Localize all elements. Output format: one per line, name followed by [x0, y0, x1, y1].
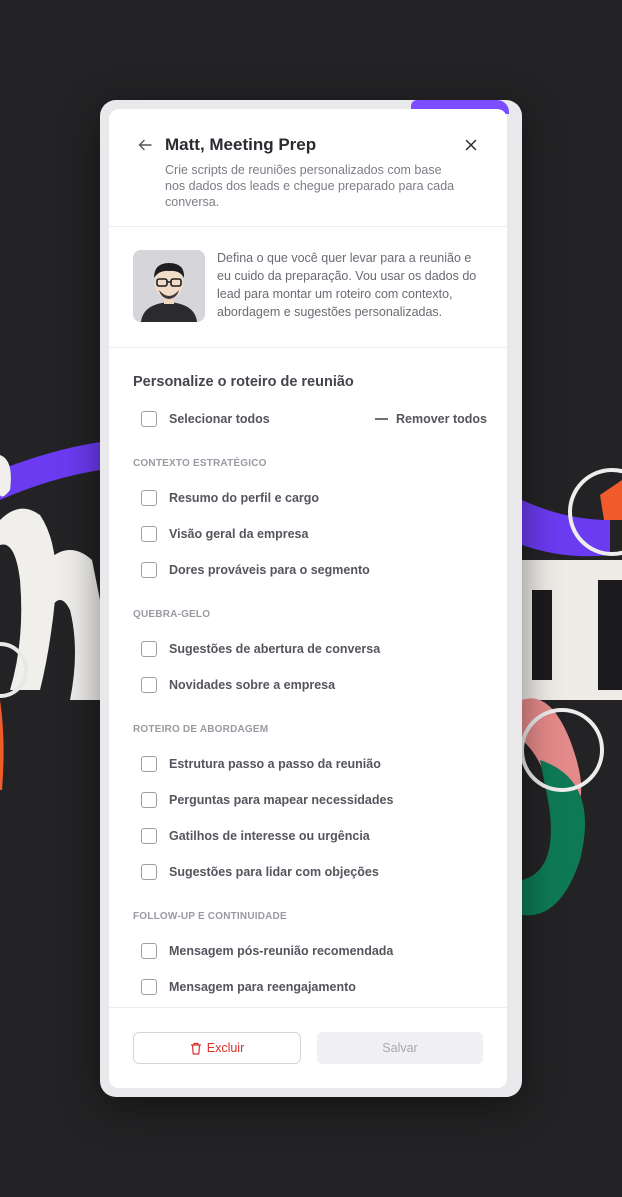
delete-label: Excluir [206, 1041, 245, 1055]
panel-subtitle: Crie scripts de reuniões personalizados … [165, 163, 455, 209]
option-row[interactable]: Visão geral da empresa [133, 524, 308, 544]
option-row[interactable]: Gatilhos de interesse ou urgência [133, 826, 370, 846]
option-checkbox[interactable] [141, 792, 157, 808]
option-checkbox[interactable] [141, 943, 157, 959]
section-title: Personalize o roteiro de reunião [133, 374, 354, 390]
assistant-avatar-illustration [133, 250, 205, 322]
option-row[interactable]: Mensagem pós-reunião recomendada [133, 941, 393, 961]
trash-icon [190, 1042, 201, 1055]
close-button[interactable] [461, 135, 481, 155]
select-all-checkbox[interactable] [141, 411, 157, 427]
option-checkbox[interactable] [141, 677, 157, 693]
option-label: Visão geral da empresa [169, 527, 309, 541]
option-label: Resumo do perfil e cargo [169, 491, 320, 505]
option-row[interactable]: Sugestões de abertura de conversa [133, 639, 380, 659]
minus-icon [375, 418, 388, 420]
select-all-row[interactable]: Selecionar todos [133, 409, 270, 429]
panel-header: Matt, Meeting Prep Crie scripts de reuni… [109, 109, 507, 227]
option-row[interactable]: Resumo do perfil e cargo [133, 488, 319, 508]
option-label: Mensagem para reengajamento [169, 980, 356, 994]
intro-text: Defina o que você quer levar para a reun… [217, 251, 477, 319]
option-checkbox[interactable] [141, 979, 157, 995]
option-checkbox[interactable] [141, 490, 157, 506]
option-checkbox[interactable] [141, 526, 157, 542]
option-label: Dores prováveis para o segmento [169, 563, 370, 577]
option-label: Gatilhos de interesse ou urgência [169, 829, 370, 843]
option-checkbox[interactable] [141, 641, 157, 657]
group-label-quebra-gelo: QUEBRA-GELO [133, 609, 211, 620]
select-all-label: Selecionar todos [169, 412, 270, 426]
option-row[interactable]: Estrutura passo a passo da reunião [133, 754, 381, 774]
option-label: Perguntas para mapear necessidades [169, 793, 394, 807]
remove-all-button[interactable]: Remover todos [375, 409, 487, 429]
back-button[interactable] [135, 135, 155, 155]
option-row[interactable]: Mensagem para reengajamento [133, 977, 356, 997]
option-row[interactable]: Sugestões para lidar com objeções [133, 862, 379, 882]
assistant-intro: Defina o que você quer levar para a reun… [109, 227, 507, 348]
group-label-contexto: CONTEXTO ESTRATÉGICO [133, 458, 267, 469]
remove-all-label: Remover todos [396, 412, 487, 426]
option-label: Sugestões para lidar com objeções [169, 865, 379, 879]
option-row[interactable]: Perguntas para mapear necessidades [133, 790, 393, 810]
save-button[interactable]: Salvar [317, 1032, 483, 1064]
group-label-roteiro: ROTEIRO DE ABORDAGEM [133, 724, 269, 735]
option-checkbox[interactable] [141, 828, 157, 844]
group-label-follow-up: FOLLOW-UP E CONTINUIDADE [133, 911, 287, 922]
meeting-prep-panel: Matt, Meeting Prep Crie scripts de reuni… [109, 109, 507, 1088]
panel-title: Matt, Meeting Prep [165, 135, 317, 154]
close-icon [465, 139, 477, 151]
option-label: Estrutura passo a passo da reunião [169, 757, 381, 771]
arrow-left-icon [138, 139, 152, 151]
option-checkbox[interactable] [141, 864, 157, 880]
option-row[interactable]: Novidades sobre a empresa [133, 675, 335, 695]
option-checkbox[interactable] [141, 756, 157, 772]
delete-button[interactable]: Excluir [133, 1032, 301, 1064]
option-label: Sugestões de abertura de conversa [169, 642, 381, 656]
option-checkbox[interactable] [141, 562, 157, 578]
option-label: Mensagem pós-reunião recomendada [169, 944, 394, 958]
avatar [133, 250, 205, 322]
option-row[interactable]: Dores prováveis para o segmento [133, 560, 370, 580]
option-label: Novidades sobre a empresa [169, 678, 336, 692]
panel-footer: Excluir Salvar [109, 1007, 507, 1088]
